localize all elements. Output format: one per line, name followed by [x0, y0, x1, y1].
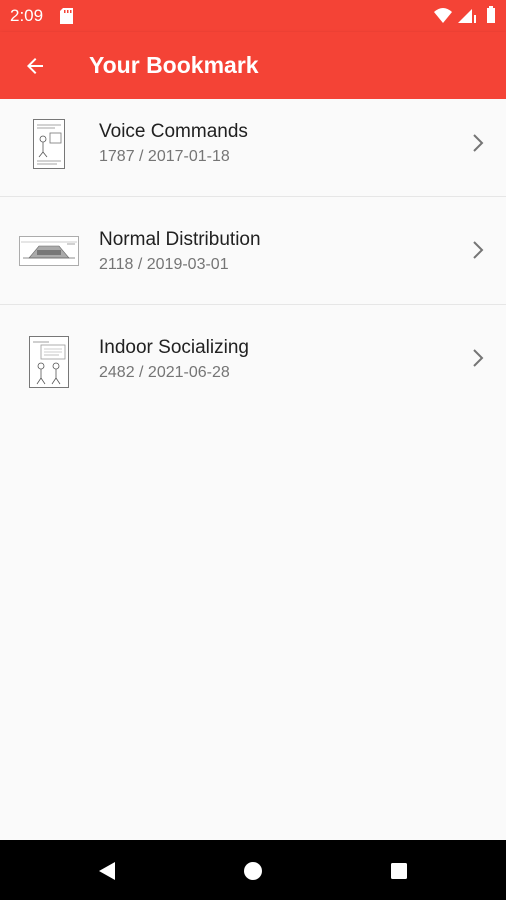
- comic-thumbnail: [18, 117, 80, 171]
- bookmark-title: Voice Commands: [99, 121, 248, 142]
- bookmark-item[interactable]: Voice Commands 1787 / 2017-01-18: [0, 99, 506, 197]
- bookmark-title: Indoor Socializing: [99, 337, 249, 358]
- chevron-right-icon: [473, 241, 484, 259]
- chevron-right-icon: [473, 349, 484, 367]
- wifi-icon: [434, 8, 452, 23]
- bookmark-list: Voice Commands 1787 / 2017-01-18 Normal …: [0, 99, 506, 413]
- arrow-back-icon: [27, 58, 43, 74]
- back-button[interactable]: [14, 45, 56, 87]
- status-bar: 2:09: [0, 0, 506, 32]
- app-bar: Your Bookmark: [0, 32, 506, 99]
- sd-card-icon: [60, 8, 73, 24]
- nav-recents-button[interactable]: [386, 858, 412, 884]
- battery-icon: [487, 6, 495, 23]
- home-circle-icon: [244, 862, 262, 880]
- recents-square-icon: [391, 863, 407, 879]
- back-triangle-icon: [99, 862, 115, 880]
- bookmark-subtitle: 2118 / 2019-03-01: [99, 256, 229, 273]
- nav-home-button[interactable]: [240, 858, 266, 884]
- nav-back-button[interactable]: [94, 858, 120, 884]
- bookmark-title: Normal Distribution: [99, 229, 261, 250]
- status-time: 2:09: [10, 6, 44, 25]
- bookmark-subtitle: 2482 / 2021-06-28: [99, 364, 230, 381]
- signal-icon: [458, 9, 476, 23]
- chevron-right-icon: [473, 134, 484, 152]
- comic-thumbnail: [18, 335, 80, 389]
- bookmark-item[interactable]: Indoor Socializing 2482 / 2021-06-28: [0, 305, 506, 413]
- bookmark-subtitle: 1787 / 2017-01-18: [99, 148, 230, 165]
- comic-thumbnail: [18, 224, 80, 278]
- system-icons: [434, 6, 495, 23]
- navigation-bar: [0, 840, 506, 900]
- bookmark-item[interactable]: Normal Distribution 2118 / 2019-03-01: [0, 197, 506, 305]
- page-title: Your Bookmark: [89, 52, 259, 78]
